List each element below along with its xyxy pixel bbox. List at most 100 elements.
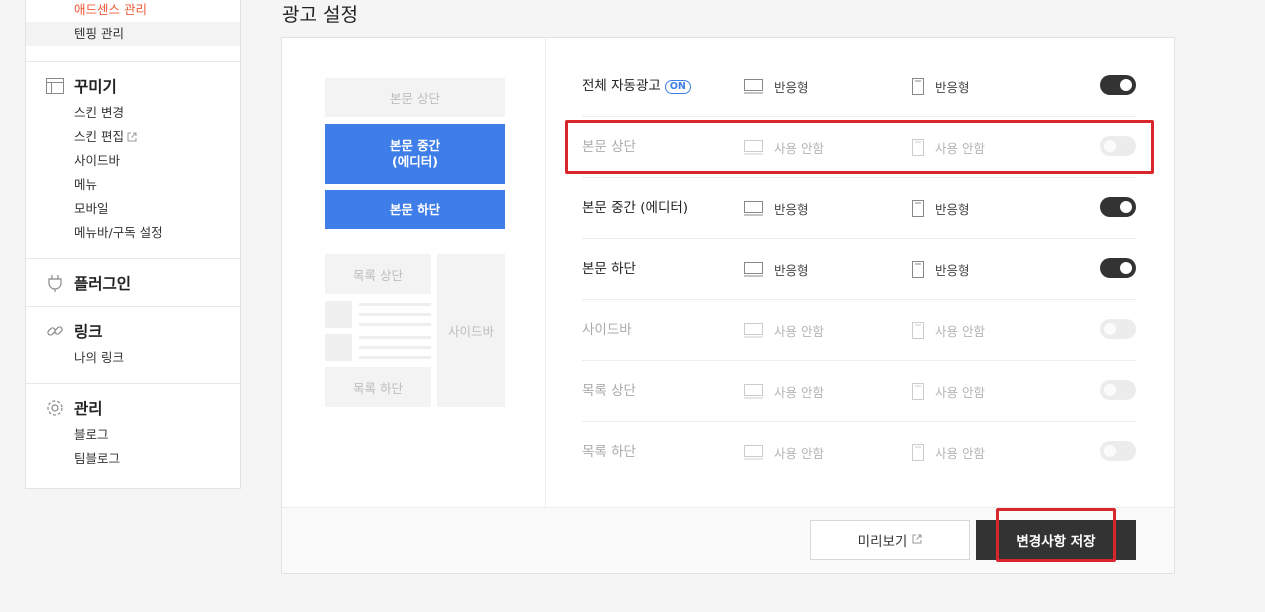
save-changes-button[interactable]: 변경사항 저장 — [976, 520, 1136, 560]
phone-icon — [912, 199, 924, 217]
preview-button[interactable]: 미리보기 — [810, 520, 970, 560]
preview-text-line — [359, 303, 431, 306]
sidebar-section-plugin[interactable]: 플러그인 — [26, 270, 240, 296]
pc-setting[interactable]: 반응형 — [744, 178, 809, 238]
mobile-setting[interactable]: 사용 안함 — [912, 361, 985, 421]
ad-row-content-bottom: 본문 하단 반응형 반응형 — [582, 239, 1136, 300]
ad-row-list-top: 목록 상단 사용 안함 사용 안함 — [582, 361, 1136, 422]
preview-text-line — [359, 313, 431, 316]
list-bottom-toggle[interactable] — [1100, 441, 1136, 461]
sidebar-item-skin-edit[interactable]: 스킨 편집 — [26, 125, 240, 149]
preview-sidebar: 사이드바 — [437, 254, 505, 407]
pc-setting-value: 반응형 — [774, 79, 809, 95]
pc-setting-value: 반응형 — [774, 201, 809, 217]
sidebar-toggle[interactable] — [1100, 319, 1136, 339]
pc-setting[interactable]: 사용 안함 — [744, 361, 824, 421]
mobile-setting-value: 사용 안함 — [935, 445, 985, 461]
sidebar-item-my-link[interactable]: 나의 링크 — [26, 346, 240, 370]
content-bottom-toggle[interactable] — [1100, 258, 1136, 278]
preview-text-line — [359, 336, 431, 339]
row-name: 본문 상단 — [582, 139, 636, 155]
mobile-setting[interactable]: 사용 안함 — [912, 422, 985, 482]
phone-icon — [912, 443, 924, 461]
row-name: 전체 자동광고 — [582, 78, 661, 94]
sidebar-item-mobile[interactable]: 모바일 — [26, 197, 240, 221]
preview-content-bottom: 본문 하단 — [325, 190, 505, 229]
pc-setting[interactable]: 사용 안함 — [744, 300, 824, 360]
pc-setting[interactable]: 사용 안함 — [744, 117, 824, 177]
sidebar-item-skin-change[interactable]: 스킨 변경 — [26, 101, 240, 125]
sidebar-item-adsense[interactable]: 애드센스 관리 — [26, 0, 240, 22]
preview-text-line — [359, 323, 431, 326]
preview-content-top: 본문 상단 — [325, 78, 505, 117]
sidebar-item-menubar[interactable]: 메뉴바/구독 설정 — [26, 221, 240, 245]
mobile-setting[interactable]: 사용 안함 — [912, 117, 985, 177]
mobile-setting-value: 사용 안함 — [935, 384, 985, 400]
monitor-icon — [744, 444, 763, 460]
pc-setting[interactable]: 반응형 — [744, 239, 809, 299]
row-name: 목록 상단 — [582, 383, 636, 399]
row-name: 사이드바 — [582, 322, 632, 338]
layout-icon — [45, 76, 65, 96]
monitor-icon — [744, 261, 763, 277]
phone-icon — [912, 321, 924, 339]
sidebar-section-manage[interactable]: 관리 — [26, 395, 240, 421]
preview-list-top: 목록 상단 — [325, 254, 431, 294]
pc-setting[interactable]: 사용 안함 — [744, 422, 824, 482]
mobile-setting-value: 사용 안함 — [935, 140, 985, 156]
pc-setting-value: 사용 안함 — [774, 445, 824, 461]
content-top-toggle[interactable] — [1100, 136, 1136, 156]
preview-text-line — [359, 356, 431, 359]
on-badge: ON — [664, 80, 691, 94]
preview-thumbnail — [325, 334, 352, 361]
panel-footer: 미리보기 변경사항 저장 — [282, 507, 1174, 573]
pc-setting-value: 사용 안함 — [774, 323, 824, 339]
sidebar-item-blog[interactable]: 블로그 — [26, 423, 240, 447]
sidebar-item-sidebar[interactable]: 사이드바 — [26, 149, 240, 173]
row-name: 본문 하단 — [582, 261, 636, 277]
preview-content-middle: 본문 중간 (에디터) — [325, 124, 505, 184]
ad-row-auto: 전체 자동광고 ON 반응형 반응형 — [582, 56, 1136, 117]
monitor-icon — [744, 78, 763, 94]
external-link-icon — [912, 532, 922, 548]
pc-setting-value: 반응형 — [774, 262, 809, 278]
preview-list-bottom: 목록 하단 — [325, 367, 431, 407]
monitor-icon — [744, 383, 763, 399]
sidebar-section-title: 꾸미기 — [74, 78, 117, 96]
mobile-setting[interactable]: 반응형 — [912, 178, 970, 238]
mobile-setting[interactable]: 사용 안함 — [912, 300, 985, 360]
sidebar-item-menu[interactable]: 메뉴 — [26, 173, 240, 197]
monitor-icon — [744, 200, 763, 216]
mobile-setting-value: 반응형 — [935, 201, 970, 217]
sidebar-item-team-blog[interactable]: 팀블로그 — [26, 447, 240, 471]
plug-icon — [45, 273, 65, 293]
sidebar-section-title: 관리 — [74, 400, 103, 418]
sidebar-section-title: 플러그인 — [74, 275, 132, 293]
preview-button-label: 미리보기 — [857, 534, 908, 550]
sidebar: 애드센스 관리 텐핑 관리 꾸미기 스킨 변경 스킨 편집 사이드바 메뉴 모바… — [25, 0, 241, 489]
row-name: 목록 하단 — [582, 444, 636, 460]
monitor-icon — [744, 139, 763, 155]
sidebar-section-title: 링크 — [74, 323, 103, 341]
page-title: 광고 설정 — [282, 4, 358, 26]
mobile-setting[interactable]: 반응형 — [912, 239, 970, 299]
sidebar-section-link[interactable]: 링크 — [26, 318, 240, 344]
sidebar-section-customize[interactable]: 꾸미기 — [26, 73, 240, 99]
preview-text-line — [359, 346, 431, 349]
phone-icon — [912, 260, 924, 278]
preview-thumbnail — [325, 301, 352, 328]
phone-icon — [912, 382, 924, 400]
list-top-toggle[interactable] — [1100, 380, 1136, 400]
ad-row-content-middle: 본문 중간 (에디터) 반응형 반응형 — [582, 178, 1136, 239]
mobile-setting-value: 사용 안함 — [935, 323, 985, 339]
mobile-setting[interactable]: 반응형 — [912, 56, 970, 116]
auto-ad-toggle[interactable] — [1100, 75, 1136, 95]
pc-setting[interactable]: 반응형 — [744, 56, 809, 116]
sidebar-item-label: 스킨 편집 — [74, 129, 124, 144]
sidebar-item-tenping[interactable]: 텐핑 관리 — [26, 22, 240, 46]
mobile-setting-value: 반응형 — [935, 262, 970, 278]
ad-row-sidebar: 사이드바 사용 안함 사용 안함 — [582, 300, 1136, 361]
content-middle-toggle[interactable] — [1100, 197, 1136, 217]
phone-icon — [912, 138, 924, 156]
monitor-icon — [744, 322, 763, 338]
